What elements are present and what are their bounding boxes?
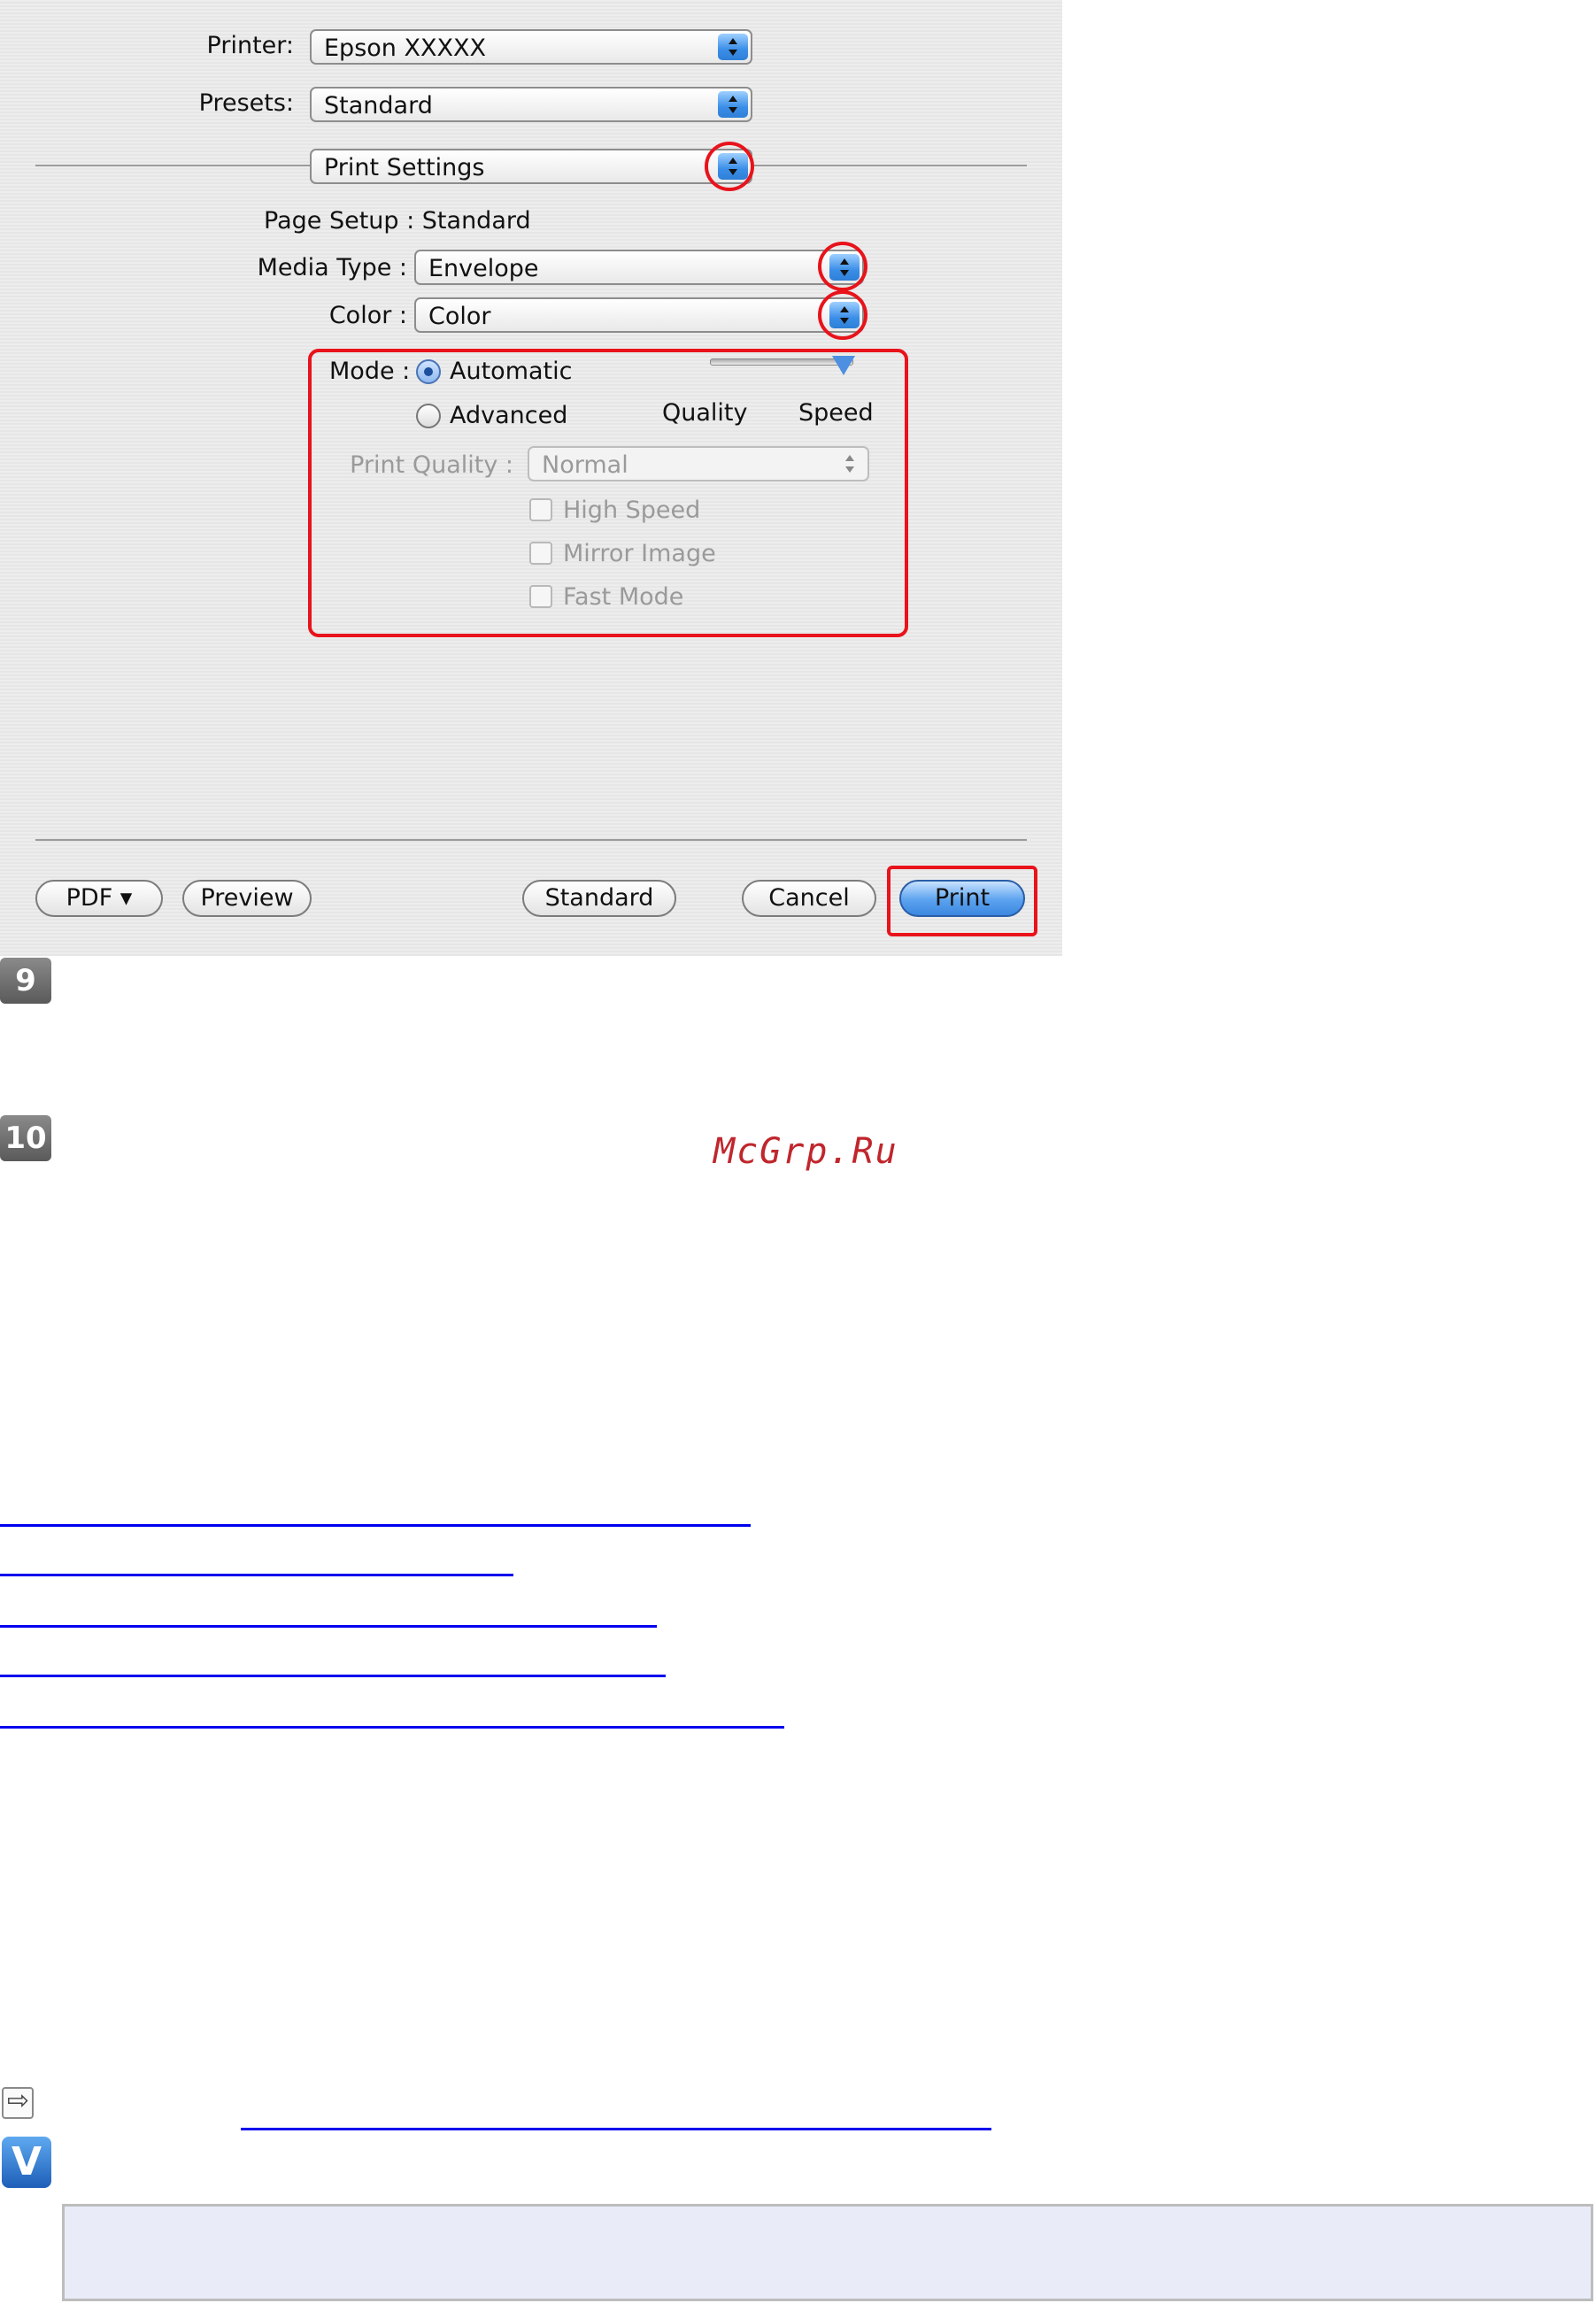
print-quality-stepper-icon[interactable]: [835, 451, 865, 477]
bottom-separator: [35, 839, 1027, 841]
slider-quality-label: Quality: [662, 399, 748, 427]
mode-label: Mode :: [329, 358, 411, 385]
printer-popup[interactable]: Epson XXXXX: [310, 29, 752, 65]
arrow-link[interactable]: [241, 2128, 991, 2130]
mode-advanced-radio[interactable]: [416, 404, 441, 428]
mode-advanced-label: Advanced: [450, 402, 568, 429]
presets-popup[interactable]: Standard: [310, 87, 752, 122]
link-1[interactable]: [0, 1524, 751, 1527]
v-icon: V: [2, 2137, 51, 2188]
separator-left: [35, 165, 312, 166]
step-9-badge: 9: [0, 958, 51, 1004]
watermark: McGrp.Ru: [713, 1131, 898, 1172]
link-2[interactable]: [0, 1574, 513, 1576]
printer-label: Printer:: [206, 32, 294, 59]
preview-button[interactable]: Preview: [182, 880, 312, 917]
panel-popup[interactable]: Print Settings: [310, 149, 752, 184]
mode-automatic-radio[interactable]: [416, 359, 441, 384]
highlight-print-button: [887, 866, 1037, 936]
print-quality-popup[interactable]: Normal: [528, 446, 869, 481]
pdf-button[interactable]: PDF ▾: [35, 880, 163, 917]
presets-value: Standard: [324, 92, 433, 119]
mode-automatic-label: Automatic: [450, 358, 573, 385]
mirror-image-checkbox[interactable]: [529, 542, 552, 565]
panel-value: Print Settings: [324, 154, 485, 181]
printer-value: Epson XXXXX: [324, 35, 486, 62]
media-type-label: Media Type :: [257, 254, 407, 281]
high-speed-checkbox[interactable]: [529, 498, 552, 521]
printer-stepper-icon[interactable]: [718, 34, 748, 60]
print-quality-value: Normal: [542, 451, 628, 479]
highlight-media-type-stepper: [818, 242, 867, 291]
link-5[interactable]: [0, 1726, 784, 1729]
slider-thumb-icon[interactable]: [832, 356, 855, 375]
mirror-image-label: Mirror Image: [563, 540, 716, 567]
note-box: [62, 2204, 1593, 2301]
highlight-panel-stepper: [705, 142, 754, 191]
presets-stepper-icon[interactable]: [718, 91, 748, 118]
arrow-right-icon: [2, 2085, 34, 2119]
link-3[interactable]: [0, 1625, 657, 1628]
cancel-button[interactable]: Cancel: [742, 880, 876, 917]
fast-mode-checkbox[interactable]: [529, 585, 552, 608]
separator-right: [752, 165, 1027, 166]
page-setup-text: Page Setup : Standard: [264, 207, 531, 235]
high-speed-label: High Speed: [563, 497, 701, 524]
media-type-value: Envelope: [428, 255, 539, 282]
color-popup[interactable]: Color: [414, 297, 864, 333]
media-type-popup[interactable]: Envelope: [414, 250, 864, 285]
link-4[interactable]: [0, 1675, 666, 1677]
step-10-badge: 10: [0, 1115, 51, 1161]
highlight-color-stepper: [818, 290, 867, 340]
presets-label: Presets:: [198, 89, 294, 117]
print-dialog: Printer: Epson XXXXX Presets: Standard P…: [0, 0, 1062, 956]
print-quality-label: Print Quality :: [350, 451, 513, 479]
color-label: Color :: [328, 302, 407, 329]
standard-button[interactable]: Standard: [522, 880, 676, 917]
fast-mode-label: Fast Mode: [563, 583, 684, 611]
slider-speed-label: Speed: [798, 399, 874, 427]
color-value: Color: [428, 303, 491, 330]
